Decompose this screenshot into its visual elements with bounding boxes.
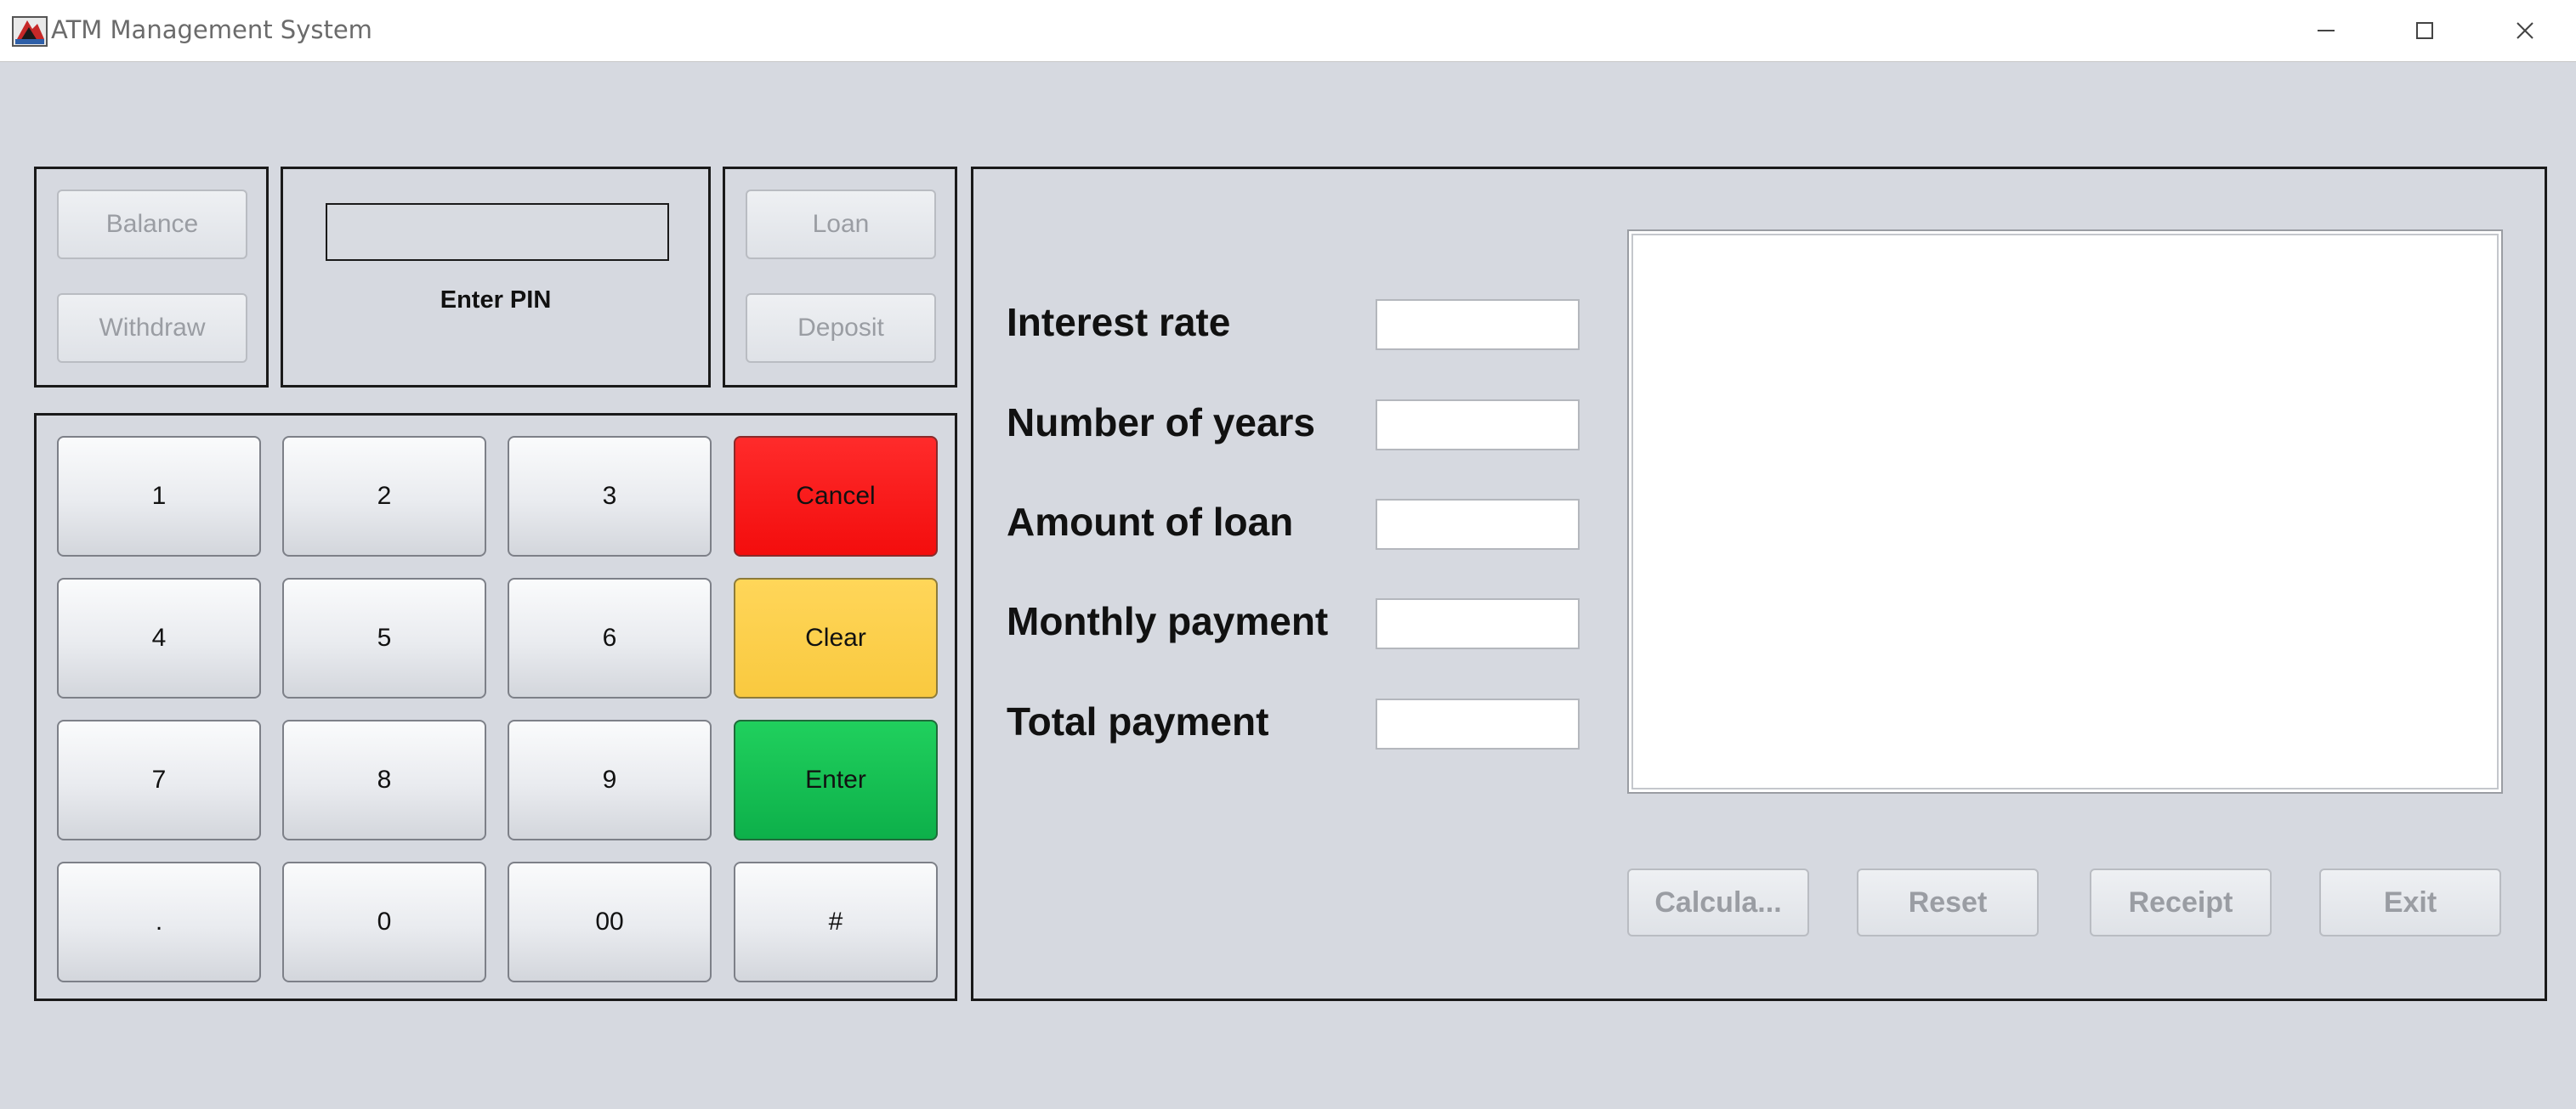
- balance-button[interactable]: Balance: [57, 190, 247, 259]
- exit-button[interactable]: Exit: [2319, 869, 2501, 936]
- keypad-panel: 1 2 3 Cancel 4 5 6 Clear 7 8 9 Enter . 0…: [34, 413, 957, 1001]
- key-4[interactable]: 4: [57, 578, 261, 699]
- key-6[interactable]: 6: [508, 578, 712, 699]
- key-1[interactable]: 1: [57, 436, 261, 557]
- withdraw-button[interactable]: Withdraw: [57, 293, 247, 363]
- key-7[interactable]: 7: [57, 720, 261, 840]
- pin-panel: Enter PIN: [281, 167, 711, 388]
- close-icon: [2516, 22, 2533, 39]
- key-8[interactable]: 8: [282, 720, 486, 840]
- loan-button[interactable]: Loan: [746, 190, 936, 259]
- key-2[interactable]: 2: [282, 436, 486, 557]
- maximize-icon: [2416, 22, 2433, 39]
- cancel-button[interactable]: Cancel: [734, 436, 938, 557]
- monthly-payment-input[interactable]: [1376, 598, 1580, 649]
- key-00[interactable]: 00: [508, 862, 712, 982]
- receipt-button[interactable]: Receipt: [2090, 869, 2272, 936]
- close-window-button[interactable]: [2499, 12, 2550, 49]
- number-of-years-input[interactable]: [1376, 399, 1580, 450]
- clear-button[interactable]: Clear: [734, 578, 938, 699]
- window-title: ATM Management System: [51, 15, 372, 44]
- title-bar: ATM Management System: [0, 0, 2576, 62]
- key-3[interactable]: 3: [508, 436, 712, 557]
- monthly-payment-label: Monthly payment: [1007, 599, 1329, 643]
- amount-of-loan-label: Amount of loan: [1007, 500, 1294, 544]
- maximize-button[interactable]: [2399, 12, 2450, 49]
- key-0[interactable]: 0: [282, 862, 486, 982]
- key-5[interactable]: 5: [282, 578, 486, 699]
- total-payment-input[interactable]: [1376, 699, 1580, 750]
- number-of-years-label: Number of years: [1007, 400, 1316, 444]
- minimize-icon: [2318, 30, 2335, 31]
- total-payment-label: Total payment: [1007, 699, 1269, 744]
- calculate-button[interactable]: Calcula...: [1627, 869, 1809, 936]
- receipt-text-area[interactable]: [1627, 229, 2503, 794]
- deposit-button[interactable]: Deposit: [746, 293, 936, 363]
- enter-button[interactable]: Enter: [734, 720, 938, 840]
- amount-of-loan-input[interactable]: [1376, 499, 1580, 550]
- key-hash[interactable]: #: [734, 862, 938, 982]
- interest-rate-label: Interest rate: [1007, 300, 1231, 344]
- loan-deposit-panel: Loan Deposit: [723, 167, 957, 388]
- minimize-button[interactable]: [2301, 12, 2352, 49]
- atm-app-icon: [12, 16, 48, 47]
- interest-rate-input[interactable]: [1376, 299, 1580, 350]
- key-dot[interactable]: .: [57, 862, 261, 982]
- balance-withdraw-panel: Balance Withdraw: [34, 167, 269, 388]
- reset-button[interactable]: Reset: [1857, 869, 2039, 936]
- key-9[interactable]: 9: [508, 720, 712, 840]
- pin-display[interactable]: [326, 203, 669, 261]
- pin-label: Enter PIN: [440, 286, 552, 314]
